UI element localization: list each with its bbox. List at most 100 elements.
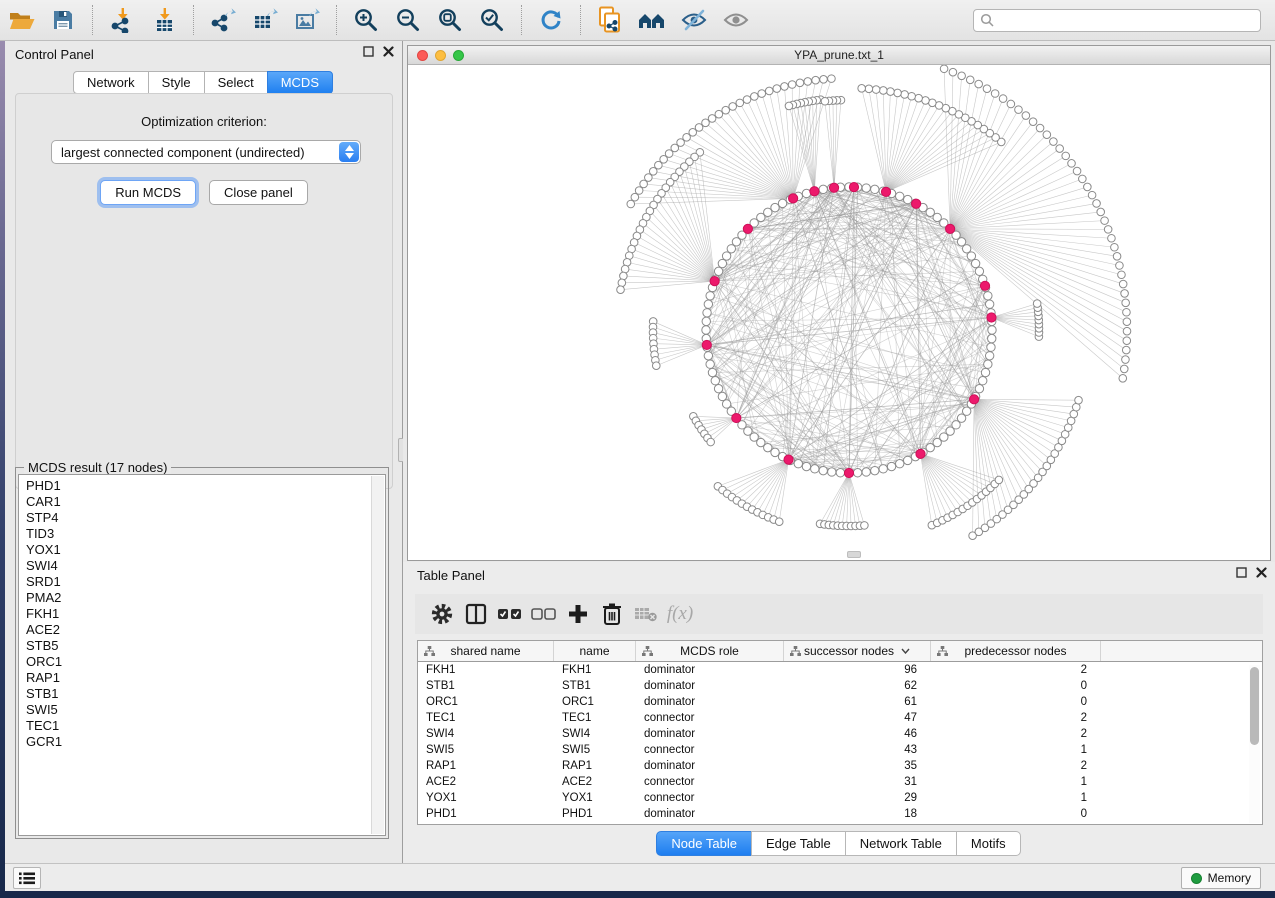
graph-mcds-node[interactable] [916, 449, 925, 458]
graph-node[interactable] [988, 334, 996, 342]
graph-node[interactable] [640, 180, 648, 188]
graph-node[interactable] [871, 466, 879, 474]
graph-node[interactable] [828, 468, 836, 476]
export-image-icon[interactable] [290, 5, 324, 35]
table-cell[interactable]: 31 [784, 774, 931, 790]
graph-node[interactable] [1111, 243, 1119, 251]
float-table-panel-icon[interactable] [1236, 567, 1247, 578]
tab-motifs[interactable]: Motifs [956, 831, 1021, 856]
mcds-result-item[interactable]: STB1 [26, 686, 385, 702]
graph-node[interactable] [811, 465, 819, 473]
graph-node[interactable] [702, 317, 710, 325]
save-icon[interactable] [46, 5, 80, 35]
graph-node[interactable] [971, 259, 979, 267]
graph-node[interactable] [771, 448, 779, 456]
graph-node[interactable] [618, 279, 626, 287]
graph-node[interactable] [1068, 160, 1076, 168]
graph-node[interactable] [1123, 308, 1131, 316]
graph-node[interactable] [908, 92, 916, 100]
mcds-result-item[interactable]: TEC1 [26, 718, 385, 734]
table-cell[interactable]: STB1 [554, 678, 636, 694]
tab-node-table[interactable]: Node Table [656, 831, 752, 856]
graph-node[interactable] [879, 465, 887, 473]
zoom-selected-icon[interactable] [475, 5, 509, 35]
mcds-result-item[interactable]: FKH1 [26, 606, 385, 622]
table-cell[interactable]: 2 [931, 758, 1101, 774]
graph-node[interactable] [1097, 208, 1105, 216]
table-cell[interactable]: 18 [784, 806, 931, 822]
table-cell[interactable]: 46 [784, 726, 931, 742]
memory-button[interactable]: Memory [1181, 867, 1261, 889]
graph-node[interactable] [1043, 131, 1051, 139]
graph-node[interactable] [627, 200, 635, 208]
table-row[interactable]: PHD1PHD1dominator180 [418, 806, 1262, 822]
table-cell[interactable]: ORC1 [554, 694, 636, 710]
graph-nodes[interactable] [617, 65, 1131, 540]
graph-node[interactable] [804, 78, 812, 86]
table-cell[interactable]: 1 [931, 774, 1101, 790]
graph-node[interactable] [617, 286, 625, 294]
graph-node[interactable] [987, 343, 995, 351]
graph-mcds-node[interactable] [987, 313, 996, 322]
graph-node[interactable] [802, 462, 810, 470]
network-window-titlebar[interactable]: YPA_prune.txt_1 [408, 46, 1270, 65]
search-box[interactable] [973, 9, 1261, 32]
graph-node[interactable] [896, 460, 904, 468]
table-cell[interactable]: RAP1 [554, 758, 636, 774]
tab-select[interactable]: Select [204, 71, 268, 94]
graph-node[interactable] [765, 87, 773, 95]
tab-style[interactable]: Style [148, 71, 205, 94]
mcds-result-item[interactable]: ORC1 [26, 654, 385, 670]
graph-node[interactable] [861, 522, 869, 530]
graph-node[interactable] [620, 272, 628, 280]
table-row[interactable]: YOX1YOX1connector291 [418, 790, 1262, 806]
graph-node[interactable] [758, 90, 766, 98]
graph-node[interactable] [722, 106, 730, 114]
graph-node[interactable] [821, 97, 829, 105]
graph-node[interactable] [862, 184, 870, 192]
zoom-out-icon[interactable] [391, 5, 425, 35]
graph-node[interactable] [1050, 138, 1058, 146]
graph-node[interactable] [915, 94, 923, 102]
table-row[interactable]: SWI5SWI5connector431 [418, 742, 1262, 758]
table-cell[interactable]: TEC1 [418, 710, 554, 726]
run-mcds-button[interactable]: Run MCDS [100, 180, 196, 205]
tab-network-table[interactable]: Network Table [845, 831, 957, 856]
table-cell[interactable]: dominator [636, 694, 784, 710]
graph-node[interactable] [707, 438, 715, 446]
graph-node[interactable] [711, 377, 719, 385]
table-row[interactable]: ACE2ACE2connector311 [418, 774, 1262, 790]
graph-node[interactable] [1073, 167, 1081, 175]
graph-node[interactable] [985, 352, 993, 360]
graph-node[interactable] [1119, 374, 1127, 382]
graph-node[interactable] [872, 86, 880, 94]
mcds-result-item[interactable]: YOX1 [26, 542, 385, 558]
table-row[interactable]: FKH1FKH1dominator962 [418, 662, 1262, 678]
graph-node[interactable] [1120, 365, 1128, 373]
graph-node[interactable] [1075, 396, 1083, 404]
graph-node[interactable] [773, 85, 781, 93]
network-graph[interactable] [408, 65, 1270, 560]
table-cell[interactable]: RAP1 [418, 758, 554, 774]
graph-node[interactable] [1122, 346, 1130, 354]
table-cell[interactable]: 61 [784, 694, 931, 710]
graph-mcds-node[interactable] [743, 224, 752, 233]
table-cell[interactable]: dominator [636, 806, 784, 822]
graph-node[interactable] [715, 110, 723, 118]
new-network-from-selection-icon[interactable] [593, 5, 627, 35]
graph-mcds-node[interactable] [969, 395, 978, 404]
table-cell[interactable]: 1 [931, 790, 1101, 806]
window-minimize-icon[interactable] [435, 50, 446, 61]
table-row[interactable]: STB1STB1dominator620 [418, 678, 1262, 694]
mcds-result-item[interactable]: SWI4 [26, 558, 385, 574]
graph-node[interactable] [1062, 152, 1070, 160]
table-cell[interactable]: connector [636, 710, 784, 726]
mcds-result-item[interactable]: STB5 [26, 638, 385, 654]
graph-node[interactable] [975, 80, 983, 88]
graph-node[interactable] [1122, 299, 1130, 307]
table-cell[interactable]: SWI5 [554, 742, 636, 758]
add-column-icon[interactable] [563, 600, 593, 628]
table-cell[interactable]: 29 [784, 790, 931, 806]
graph-mcds-node[interactable] [881, 187, 890, 196]
graph-node[interactable] [1118, 271, 1126, 279]
